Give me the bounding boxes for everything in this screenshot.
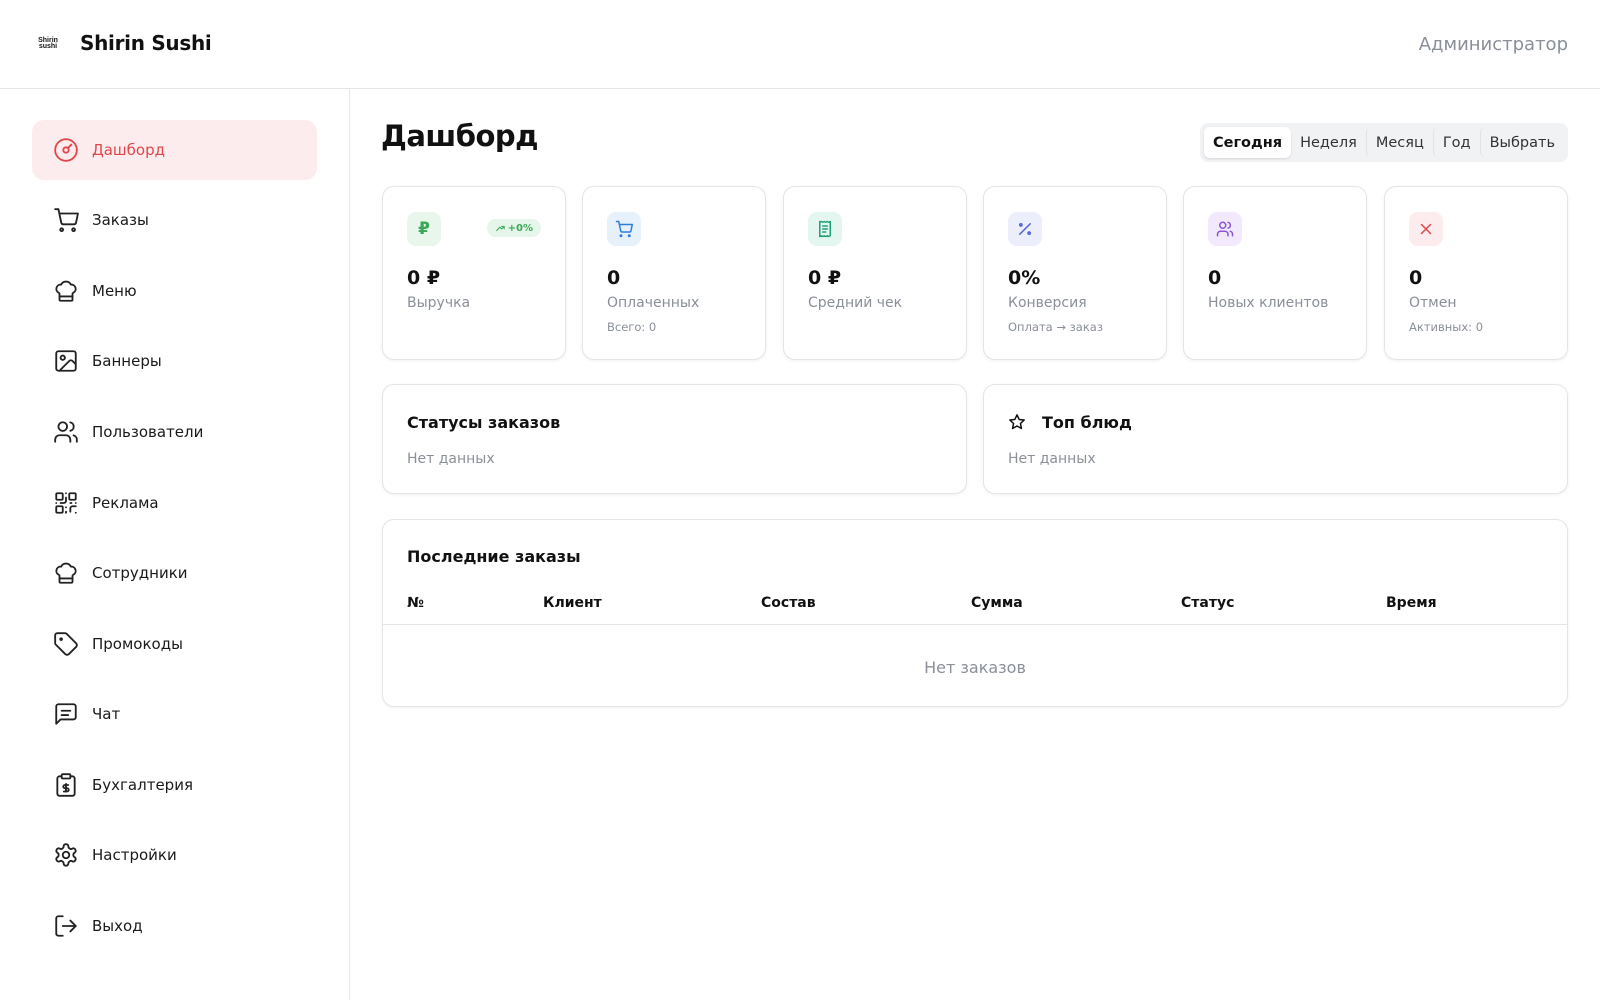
stat-value: 0% (1008, 267, 1041, 289)
sidebar-item-label: Настройки (92, 846, 177, 864)
column-header[interactable]: Сумма (971, 595, 1023, 611)
trend-up-icon (495, 225, 505, 232)
trend-value: +0% (507, 222, 533, 234)
stat-value: 0 (607, 267, 621, 289)
sidebar-item-label: Промокоды (92, 635, 183, 653)
users-icon (54, 421, 78, 443)
stat-label: Средний чек (808, 295, 903, 311)
user-role[interactable]: Администратор (1419, 34, 1568, 55)
sidebar-item-label: Дашборд (92, 141, 165, 159)
stat-label: Новых клиентов (1208, 295, 1329, 311)
panel-title: Топ блюд (1042, 413, 1132, 432)
cart-icon (607, 212, 641, 246)
sidebar-item-label: Баннеры (92, 352, 162, 370)
stat-card-cancellations: 0 Отмен Активных: 0 (1384, 186, 1568, 360)
stat-value: 0 ₽ (407, 267, 441, 289)
chat-icon (55, 703, 77, 725)
top-bar: Shirin sushi Shirin Sushi Администратор (0, 0, 1600, 89)
sidebar-item-label: Бухгалтерия (92, 776, 193, 794)
stat-label: Выручка (407, 295, 471, 311)
period-selector: Сегодня Неделя Месяц Год Выбрать (1200, 123, 1568, 162)
image-icon (55, 350, 77, 372)
gear-icon (55, 843, 77, 867)
logo-text: Shirin sushi (38, 37, 58, 50)
sidebar-item-label: Заказы (92, 211, 149, 229)
sidebar-item-menu[interactable]: Меню (32, 261, 317, 321)
receipt-icon (808, 212, 842, 246)
sidebar-item-settings[interactable]: Настройки (32, 825, 317, 885)
star-icon (1009, 414, 1025, 430)
column-header[interactable]: Клиент (543, 595, 602, 611)
stat-subtext: Всего: 0 (607, 320, 657, 334)
column-header[interactable]: Время (1386, 595, 1437, 611)
trend-badge: +0% (486, 219, 541, 237)
chef-hat-icon (55, 280, 77, 302)
period-month-button[interactable]: Месяц (1365, 127, 1433, 158)
stat-card-average-check: 0 ₽ Средний чек (783, 186, 967, 360)
stat-card-conversion: 0% Конверсия Оплата → заказ (983, 186, 1167, 360)
column-header[interactable]: Состав (761, 595, 816, 611)
stat-label: Отмен (1409, 295, 1457, 311)
gauge-icon (54, 138, 78, 162)
stat-value: 0 (1409, 267, 1423, 289)
column-header[interactable]: Статус (1181, 595, 1234, 611)
period-year-button[interactable]: Год (1432, 127, 1480, 158)
x-icon (1409, 212, 1443, 246)
sidebar-item-label: Пользователи (92, 423, 204, 441)
qr-code-icon (55, 492, 77, 514)
period-custom-button[interactable]: Выбрать (1479, 127, 1564, 158)
ruble-icon: ₽ (407, 212, 441, 246)
top-dishes-panel: Топ блюд Нет данных (983, 384, 1568, 494)
tag-icon (54, 632, 78, 656)
period-week-button[interactable]: Неделя (1291, 127, 1366, 158)
order-statuses-panel: Статусы заказов Нет данных (382, 384, 967, 494)
percent-icon (1008, 212, 1042, 246)
stat-card-paid: 0 Оплаченных Всего: 0 (582, 186, 766, 360)
page-title: Дашборд (381, 119, 539, 153)
empty-state: Нет данных (407, 451, 495, 467)
sidebar-item-label: Выход (92, 917, 143, 935)
sidebar-item-chat[interactable]: Чат (32, 684, 317, 744)
cart-icon (54, 208, 79, 233)
stat-card-new-clients: 0 Новых клиентов (1183, 186, 1367, 360)
panel-title: Последние заказы (407, 547, 581, 566)
sidebar-item-staff[interactable]: Сотрудники (32, 543, 317, 603)
brand-name[interactable]: Shirin Sushi (80, 31, 212, 55)
sidebar-item-label: Сотрудники (92, 564, 188, 582)
users-icon (1208, 212, 1242, 246)
logo[interactable]: Shirin sushi (36, 32, 60, 56)
main-content: Дашборд Сегодня Неделя Месяц Год Выбрать… (351, 89, 1600, 1000)
logout-icon (55, 915, 77, 937)
clipboard-dollar-icon (56, 773, 76, 797)
empty-state: Нет данных (1008, 451, 1096, 467)
table-divider (383, 624, 1567, 625)
panel-title: Статусы заказов (407, 413, 561, 432)
sidebar-item-banners[interactable]: Баннеры (32, 331, 317, 391)
stat-subtext: Активных: 0 (1409, 320, 1484, 334)
sidebar-item-dashboard[interactable]: Дашборд (32, 120, 317, 180)
sidebar-item-orders[interactable]: Заказы (32, 190, 317, 250)
sidebar-item-label: Реклама (92, 494, 159, 512)
column-header[interactable]: № (407, 595, 424, 611)
recent-orders-panel: Последние заказы № Клиент Состав Сумма С… (382, 519, 1568, 707)
sidebar-item-logout[interactable]: Выход (32, 896, 317, 956)
stat-subtext: Оплата → заказ (1008, 320, 1103, 334)
sidebar-item-users[interactable]: Пользователи (32, 402, 317, 462)
sidebar-item-ads[interactable]: Реклама (32, 473, 317, 533)
period-today-button[interactable]: Сегодня (1204, 127, 1292, 158)
sidebar-item-accounting[interactable]: Бухгалтерия (32, 755, 317, 815)
stat-card-revenue: ₽ +0% 0 ₽ Выручка (382, 186, 566, 360)
sidebar-item-promocodes[interactable]: Промокоды (32, 614, 317, 674)
chef-hat-icon (55, 562, 77, 584)
stat-label: Конверсия (1008, 295, 1087, 311)
stat-value: 0 ₽ (808, 267, 842, 289)
sidebar: Дашборд Заказы Меню Баннеры Пользователи… (0, 89, 350, 1000)
sidebar-item-label: Чат (92, 705, 121, 723)
stat-label: Оплаченных (607, 295, 700, 311)
empty-state: Нет заказов (924, 658, 1026, 677)
sidebar-item-label: Меню (92, 282, 137, 300)
stat-value: 0 (1208, 267, 1222, 289)
